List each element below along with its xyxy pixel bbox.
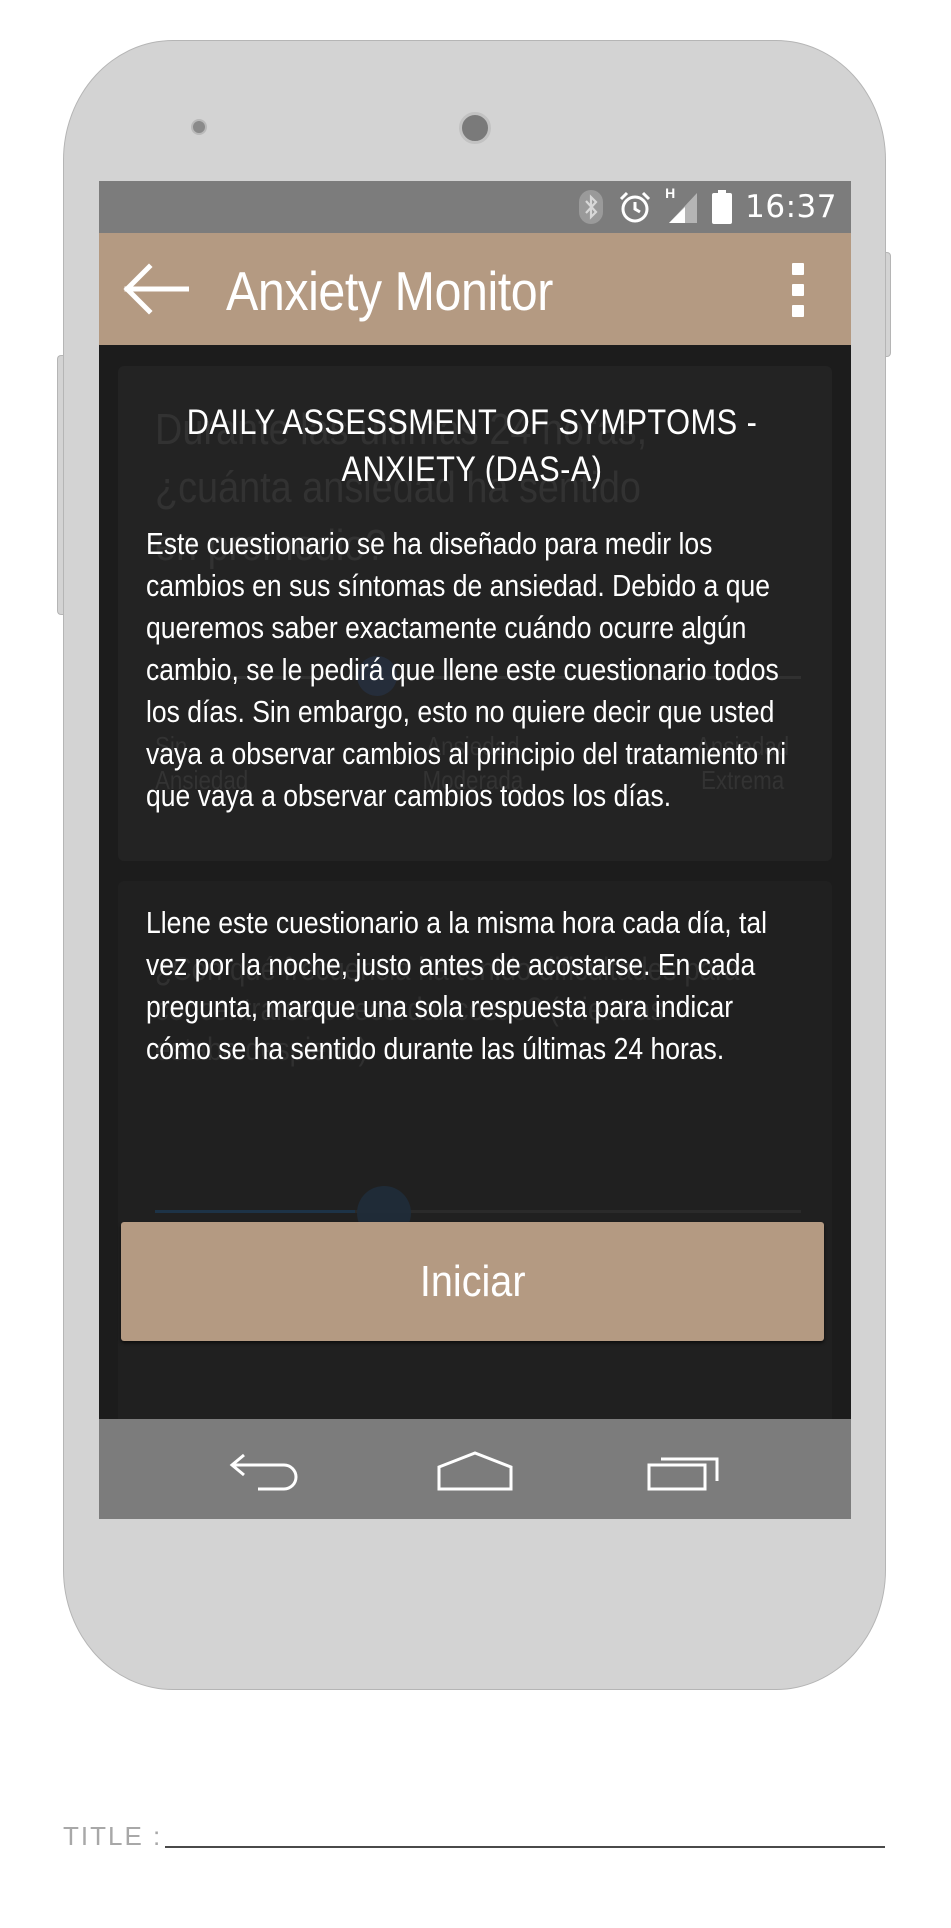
back-arrow-icon[interactable] <box>123 263 190 315</box>
nav-back-icon[interactable] <box>227 1445 303 1497</box>
app-title: Anxiety Monitor <box>226 260 553 322</box>
nav-home-icon[interactable] <box>435 1445 515 1497</box>
battery-icon <box>711 189 733 225</box>
navigation-bar <box>99 1419 851 1519</box>
app-bar: Anxiety Monitor <box>99 233 851 345</box>
nav-recents-icon[interactable] <box>645 1445 721 1497</box>
title-field-line <box>165 1846 885 1848</box>
bluetooth-icon <box>577 189 605 225</box>
start-button[interactable]: Iniciar <box>121 1222 824 1341</box>
title-field-label: TITLE : <box>63 1821 163 1851</box>
network-type-label: H <box>665 185 676 201</box>
overflow-menu-icon[interactable] <box>791 263 805 317</box>
dialog-instructions-paragraph: Llene este cuestionario a la misma hora … <box>146 906 767 1066</box>
signal-icon: H <box>665 185 699 225</box>
status-time: 16:37 <box>745 189 837 225</box>
front-camera <box>459 112 491 144</box>
background-slider-2-fill <box>155 1210 355 1213</box>
dialog-intro-paragraph: Este cuestionario se ha diseñado para me… <box>146 527 787 813</box>
phone-screen: H 16:37 Anxiety Monitor Durante las últi… <box>99 181 851 1519</box>
start-button-label: Iniciar <box>419 1256 526 1306</box>
status-bar: H 16:37 <box>99 181 851 233</box>
dialog-title: DAILY ASSESSMENT OF SYMPTOMS - ANXIETY (… <box>186 403 758 489</box>
proximity-sensor <box>191 119 207 135</box>
alarm-icon <box>617 189 653 225</box>
